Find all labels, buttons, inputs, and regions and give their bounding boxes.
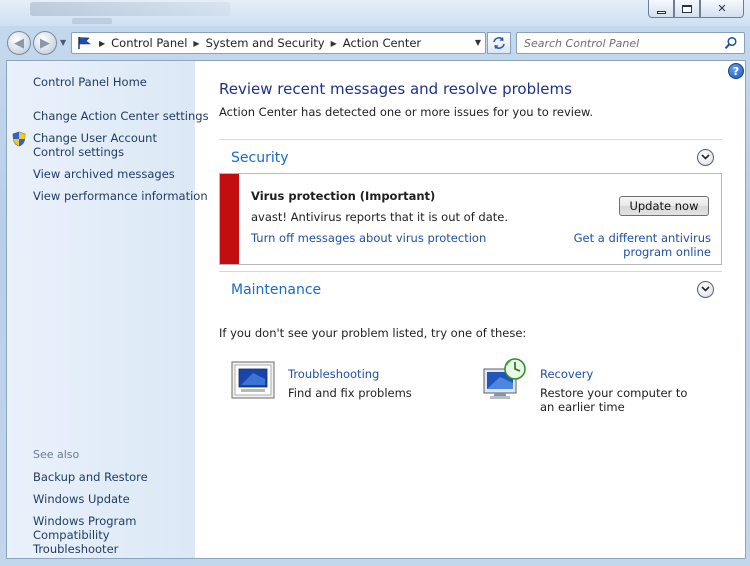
see-also-link-backup-and-restore[interactable]: Backup and Restore bbox=[33, 470, 148, 484]
maintenance-section-header[interactable]: Maintenance bbox=[219, 271, 722, 305]
breadcrumb-separator-icon[interactable]: ▶ bbox=[99, 39, 105, 48]
refresh-button[interactable] bbox=[487, 32, 511, 54]
turn-off-messages-link[interactable]: Turn off messages about virus protection bbox=[251, 231, 486, 245]
help-icon: ? bbox=[732, 64, 740, 78]
minimize-button[interactable] bbox=[648, 0, 674, 18]
back-button[interactable]: ◀ bbox=[7, 31, 31, 55]
breadcrumb-action-center[interactable]: Action Center bbox=[343, 36, 421, 50]
title-bar-blur-secondary bbox=[72, 18, 112, 24]
breadcrumb-separator-icon[interactable]: ▶ bbox=[193, 39, 199, 48]
chevron-down-icon[interactable] bbox=[697, 149, 714, 166]
minimize-icon bbox=[656, 10, 666, 14]
content-area: Control Panel Home Change Action Center … bbox=[6, 60, 746, 559]
recovery-description: Restore your computer to an earlier time bbox=[540, 386, 688, 414]
search-icon[interactable] bbox=[724, 36, 738, 53]
recent-pages-dropdown[interactable]: ▼ bbox=[60, 38, 66, 47]
sidebar-link-view-performance-information[interactable]: View performance information bbox=[33, 189, 208, 203]
recovery-link[interactable]: Recovery bbox=[540, 367, 593, 381]
action-center-flag-icon bbox=[75, 35, 93, 51]
caption-buttons: ✕ bbox=[648, 0, 744, 18]
breadcrumb-system-and-security[interactable]: System and Security bbox=[206, 36, 325, 50]
alert-severity-bar bbox=[220, 174, 239, 264]
refresh-icon bbox=[493, 37, 505, 49]
recovery-icon bbox=[482, 357, 530, 404]
maximize-button[interactable] bbox=[674, 0, 700, 18]
back-arrow-icon: ◀ bbox=[14, 35, 24, 51]
uac-shield-icon bbox=[12, 131, 26, 150]
maintenance-heading: Maintenance bbox=[231, 282, 322, 298]
troubleshooting-icon bbox=[231, 361, 275, 402]
help-button[interactable]: ? bbox=[728, 63, 744, 79]
sidebar-link-change-uac-settings[interactable]: Change User Account Control settings bbox=[33, 131, 193, 159]
sidebar-link-change-action-center-settings[interactable]: Change Action Center settings bbox=[33, 109, 209, 123]
sidebar-link-view-archived-messages[interactable]: View archived messages bbox=[33, 167, 175, 181]
breadcrumb-separator-icon[interactable]: ▶ bbox=[331, 39, 337, 48]
forward-arrow-icon: ▶ bbox=[40, 35, 50, 51]
sidebar-link-control-panel-home[interactable]: Control Panel Home bbox=[33, 75, 147, 89]
update-now-button[interactable]: Update now bbox=[619, 196, 709, 216]
search-input[interactable] bbox=[524, 36, 724, 50]
virus-protection-alert: Virus protection (Important) avast! Anti… bbox=[219, 173, 722, 265]
security-heading: Security bbox=[231, 150, 289, 166]
sidebar: Control Panel Home Change Action Center … bbox=[7, 61, 209, 558]
see-also-heading: See also bbox=[33, 448, 80, 461]
security-section-header[interactable]: Security bbox=[219, 139, 722, 173]
alert-title: Virus protection (Important) bbox=[251, 189, 436, 203]
see-also-link-windows-update[interactable]: Windows Update bbox=[33, 492, 130, 506]
title-bar-blur bbox=[30, 2, 230, 16]
troubleshooting-link[interactable]: Troubleshooting bbox=[288, 367, 379, 381]
address-bar[interactable]: ▶ Control Panel ▶ System and Security ▶ … bbox=[71, 32, 486, 54]
forward-button[interactable]: ▶ bbox=[33, 31, 57, 55]
see-also-link-compatibility-troubleshooter[interactable]: Windows Program Compatibility Troublesho… bbox=[33, 514, 193, 556]
close-button[interactable]: ✕ bbox=[700, 0, 744, 18]
maximize-icon bbox=[682, 4, 692, 13]
search-box[interactable] bbox=[516, 32, 745, 54]
address-dropdown-icon[interactable]: ▼ bbox=[475, 38, 481, 47]
chevron-down-icon[interactable] bbox=[697, 281, 714, 298]
alert-description: avast! Antivirus reports that it is out … bbox=[251, 210, 508, 224]
get-antivirus-online-link[interactable]: Get a different antivirus program online bbox=[536, 231, 711, 259]
close-icon: ✕ bbox=[717, 2, 727, 15]
page-title: Review recent messages and resolve probl… bbox=[219, 80, 572, 98]
navigation-bar: ◀ ▶ ▼ ▶ Control Panel ▶ System and Secur… bbox=[0, 28, 750, 58]
title-bar: ✕ bbox=[0, 0, 750, 26]
troubleshooting-description: Find and fix problems bbox=[288, 386, 412, 400]
page-subtitle: Action Center has detected one or more i… bbox=[219, 105, 594, 119]
try-these-text: If you don't see your problem listed, tr… bbox=[219, 326, 527, 340]
breadcrumb-control-panel[interactable]: Control Panel bbox=[111, 36, 187, 50]
window-frame: ✕ ◀ ▶ ▼ ▶ Control Panel ▶ System and Sec… bbox=[0, 0, 750, 566]
